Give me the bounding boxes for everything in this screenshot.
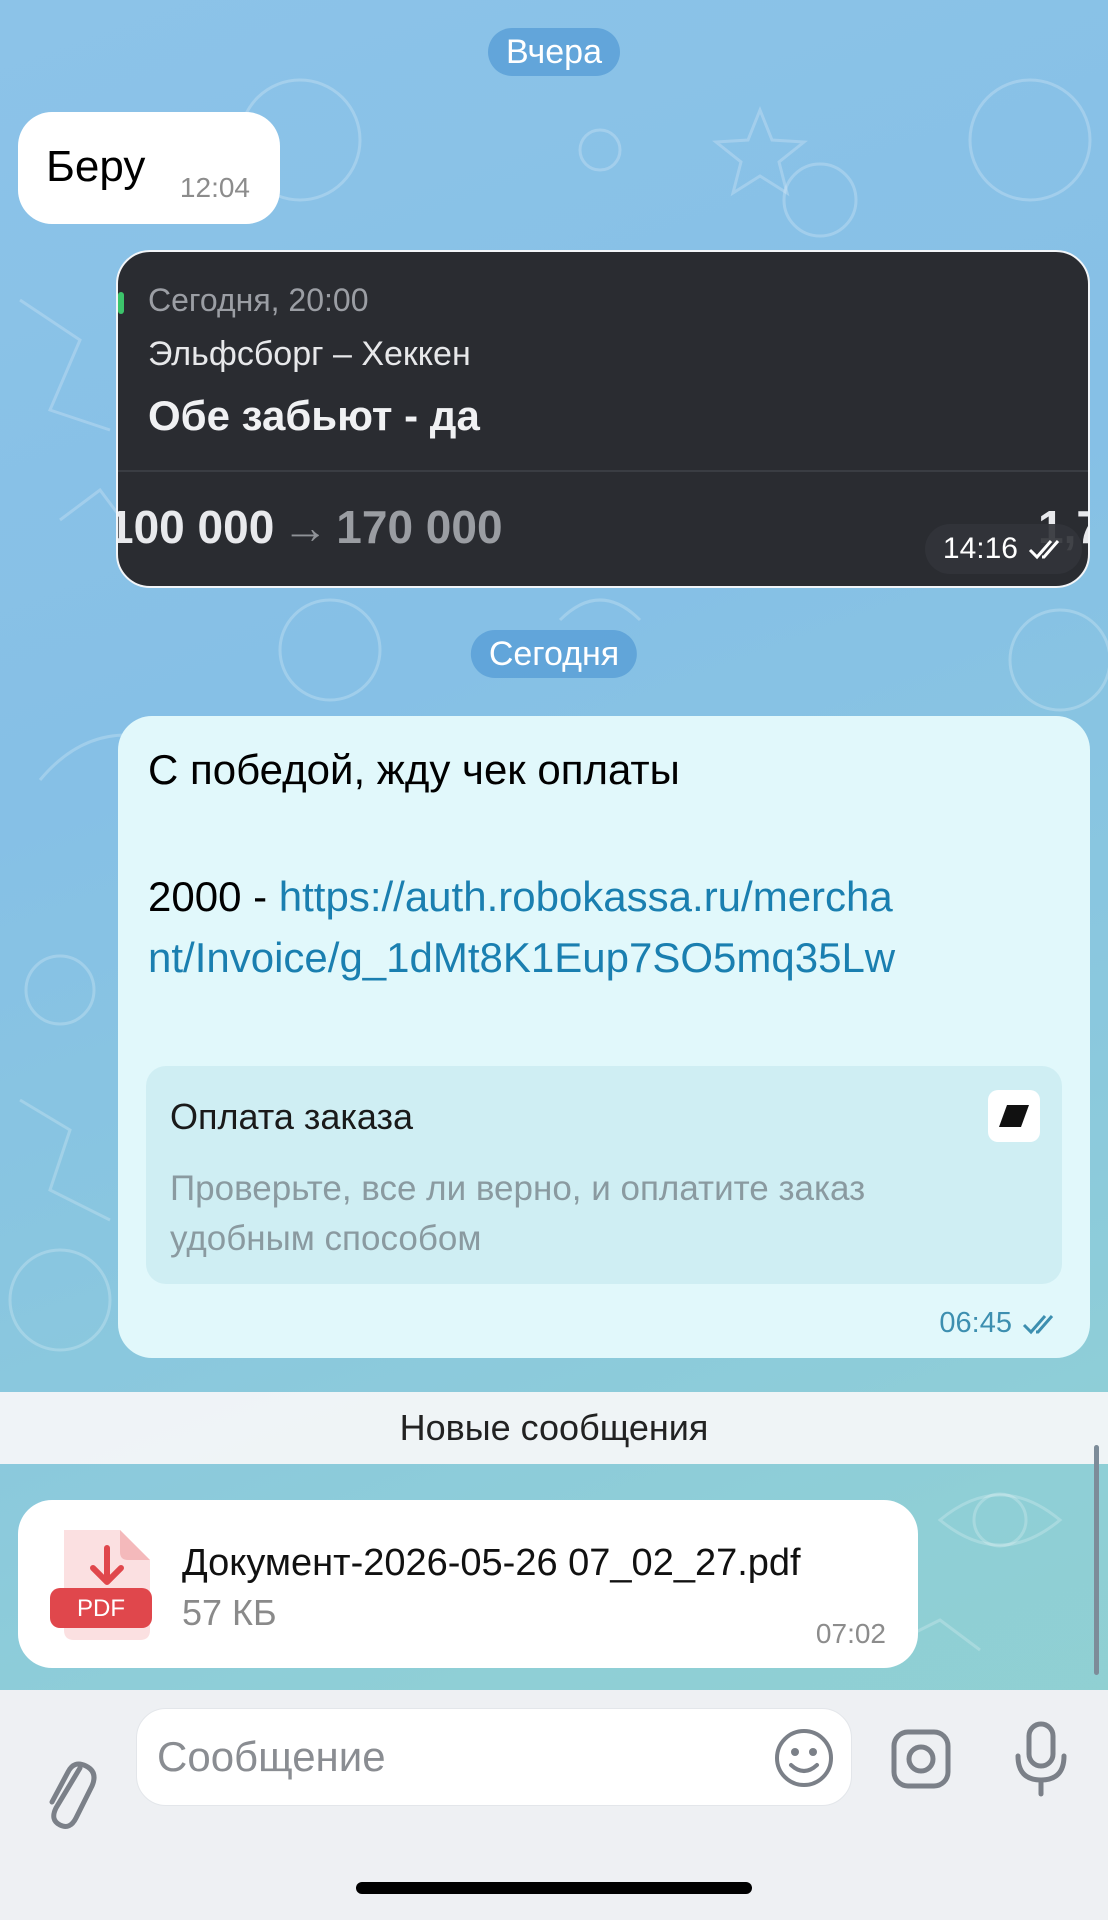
message-text: С победой, жду чек оплаты bbox=[148, 746, 680, 793]
bet-payout: 170 000 bbox=[336, 501, 503, 553]
message-text: Беру bbox=[46, 142, 146, 191]
bet-amounts: 100 000 → 170 000 bbox=[116, 500, 503, 554]
new-messages-divider: Новые сообщения bbox=[0, 1392, 1108, 1464]
document-message[interactable]: PDF Документ-2026-05-26 07_02_27.pdf 57 … bbox=[18, 1500, 918, 1668]
robokassa-logo-icon bbox=[988, 1090, 1040, 1142]
home-indicator bbox=[356, 1882, 752, 1894]
bet-event-time: Сегодня, 20:00 bbox=[148, 282, 369, 318]
message-input-field[interactable] bbox=[136, 1708, 852, 1806]
document-file-size: 57 КБ bbox=[182, 1592, 277, 1633]
message-time-pill: 14:16 bbox=[924, 524, 1082, 574]
bet-match: Эльфсборг – Хеккен bbox=[148, 335, 471, 373]
camera-icon[interactable] bbox=[890, 1728, 952, 1790]
pdf-file-icon[interactable]: PDF bbox=[50, 1530, 156, 1640]
link-preview[interactable]: Оплата заказа Проверьте, все ли верно, и… bbox=[146, 1066, 1062, 1284]
message-composer bbox=[0, 1690, 1108, 1920]
bet-card-message[interactable]: Сегодня, 20:00 Эльфсборг – Хеккен Обе за… bbox=[116, 250, 1090, 588]
microphone-icon[interactable] bbox=[1010, 1720, 1072, 1800]
bet-pick: Обе забьют - да bbox=[148, 392, 480, 439]
date-separator-today: Сегодня bbox=[470, 630, 638, 678]
bet-stake: 100 000 bbox=[116, 501, 275, 553]
message-time: 06:45 bbox=[939, 1307, 1012, 1339]
date-separator-yesterday: Вчера bbox=[488, 28, 620, 76]
document-file-name: Документ-2026-05-26 07_02_27.pdf bbox=[182, 1542, 801, 1584]
message-time: 12:04 bbox=[179, 172, 250, 203]
message-time-row: 06:45 bbox=[939, 1307, 1062, 1340]
outgoing-message[interactable]: С победой, жду чек оплаты 2000 - https:/… bbox=[118, 716, 1090, 1358]
amount-text: 2000 - bbox=[148, 873, 268, 920]
live-marker bbox=[118, 292, 124, 314]
incoming-message[interactable]: Беру 12:04 bbox=[18, 112, 280, 224]
message-input[interactable] bbox=[157, 1709, 757, 1805]
link-preview-title: Оплата заказа bbox=[170, 1096, 414, 1137]
bet-divider bbox=[118, 470, 1088, 472]
message-text-link-line: 2000 - https://auth.robokassa.ru/merchan… bbox=[148, 866, 908, 988]
message-time: 07:02 bbox=[815, 1618, 886, 1649]
scrollbar[interactable] bbox=[1094, 1445, 1099, 1675]
arrow-right-icon: → bbox=[282, 501, 329, 553]
emoji-icon[interactable] bbox=[773, 1727, 835, 1789]
double-check-icon bbox=[1028, 540, 1060, 560]
double-check-icon bbox=[1022, 1314, 1054, 1334]
message-time: 14:16 bbox=[942, 532, 1018, 565]
pdf-label: PDF bbox=[77, 1595, 125, 1622]
link-preview-description: Проверьте, все ли верно, и оплатите зака… bbox=[170, 1169, 866, 1258]
paperclip-icon[interactable] bbox=[40, 1750, 98, 1830]
